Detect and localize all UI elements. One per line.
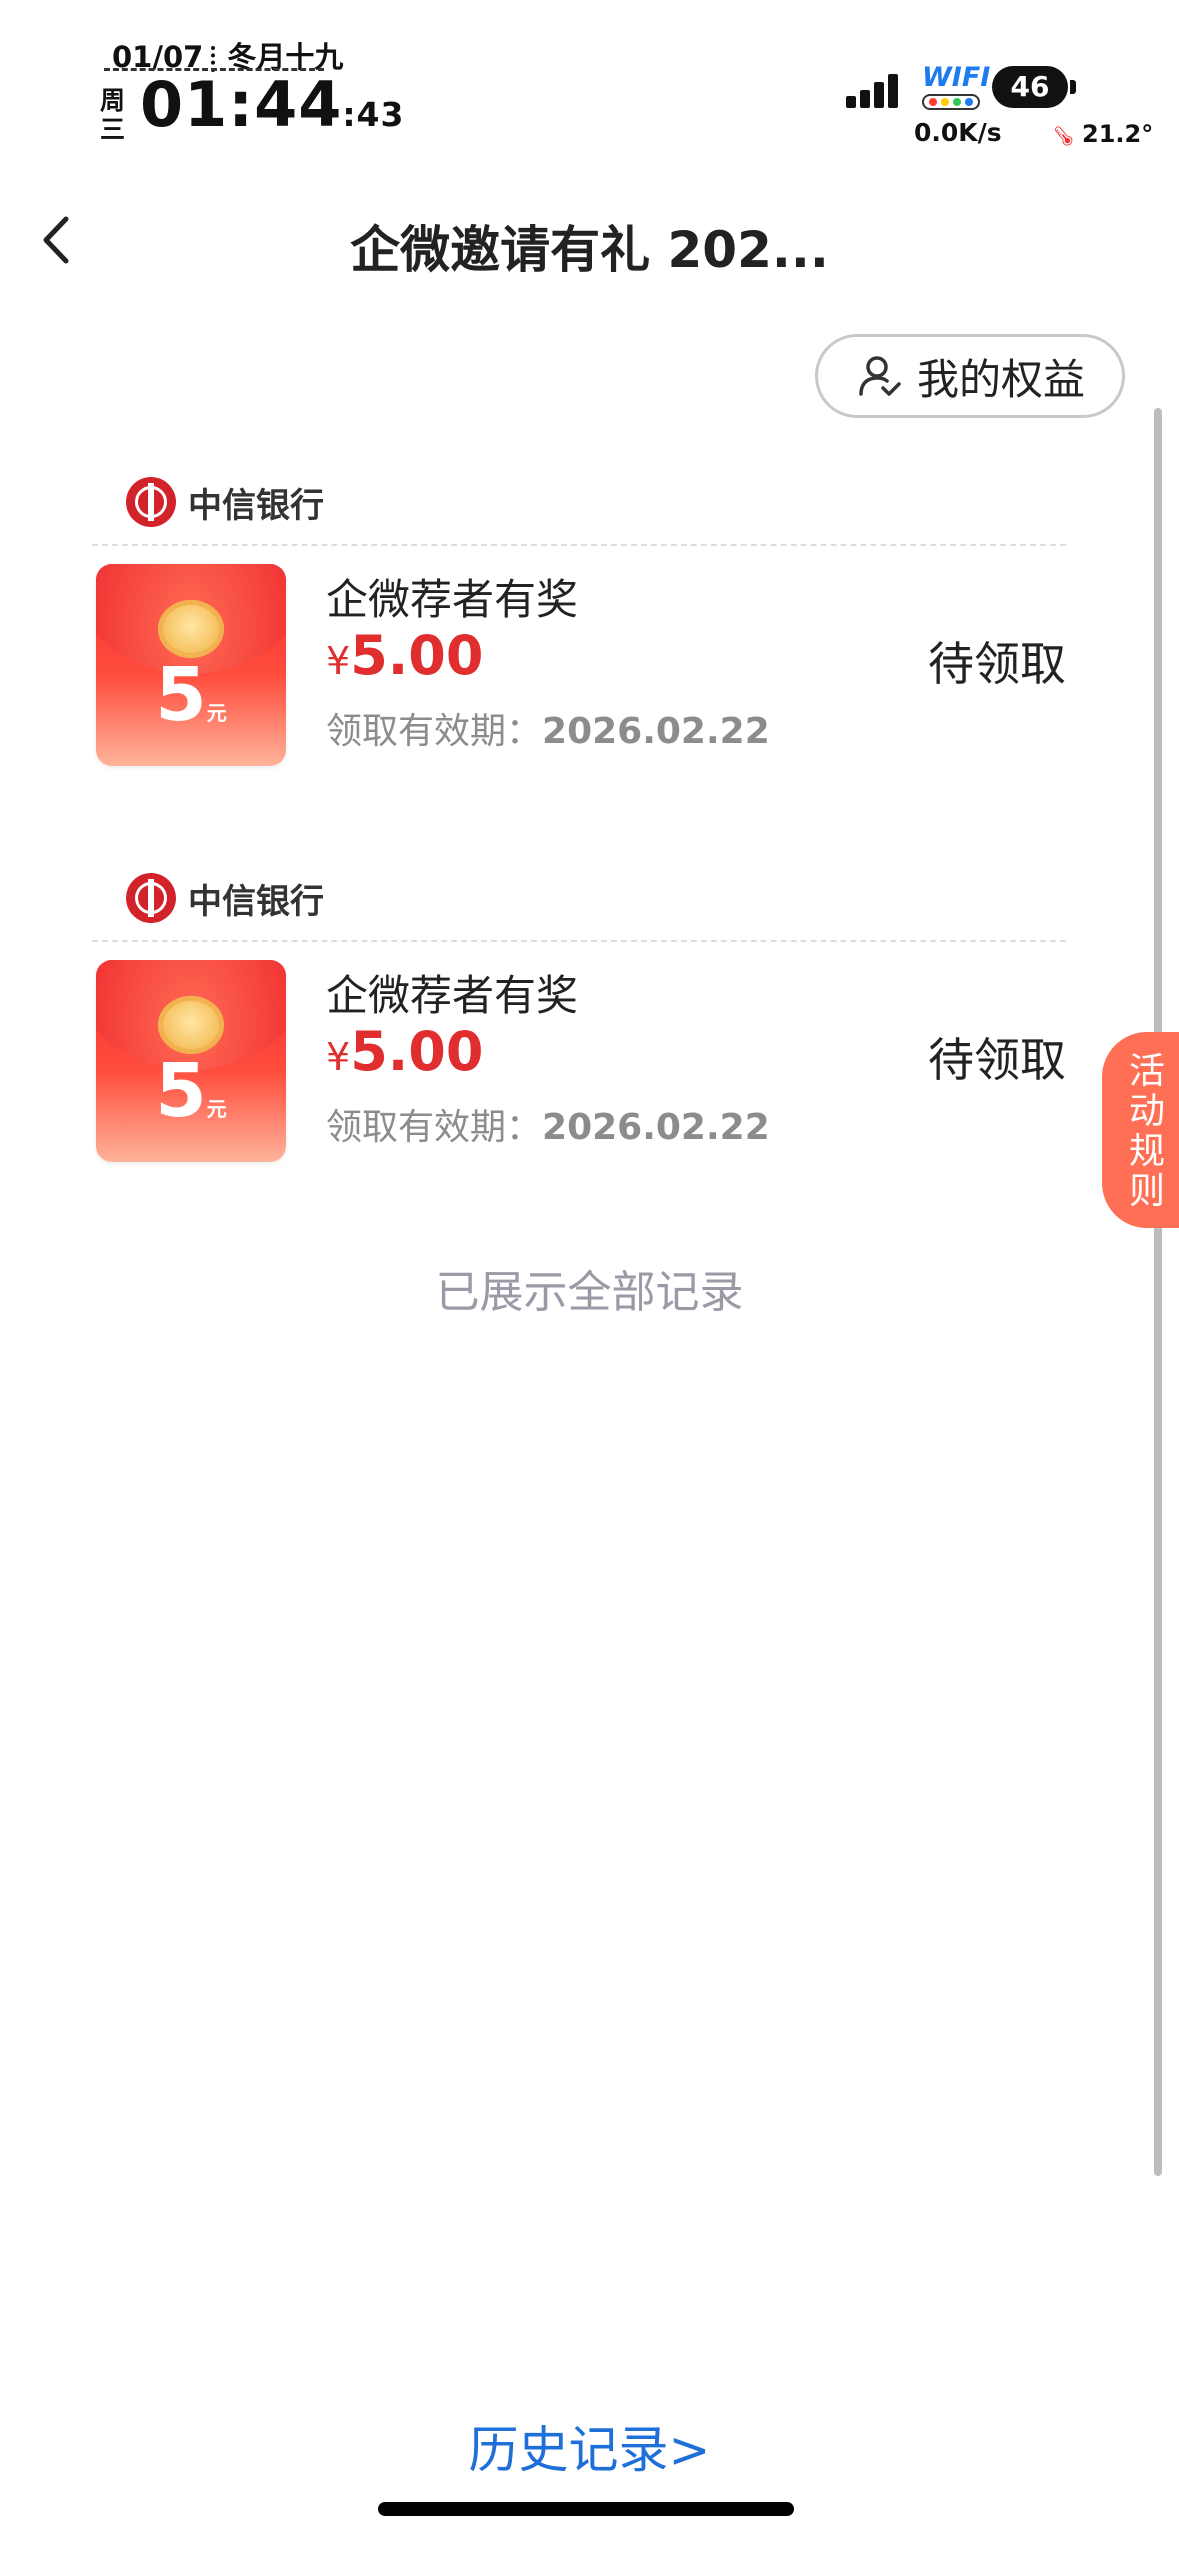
divider — [92, 544, 1066, 546]
clock-seconds: :43 — [342, 95, 405, 134]
amount-value: 5.00 — [350, 624, 484, 687]
bank-name: 中信银行 — [188, 485, 324, 526]
citic-bank-logo-icon — [126, 477, 176, 527]
my-rights-label: 我的权益 — [916, 354, 1085, 404]
activity-rules-tab[interactable]: 活动规则 — [1102, 1032, 1179, 1228]
history-records-link[interactable]: 历史记录> — [0, 2410, 1179, 2482]
divider — [92, 940, 1066, 942]
weekday-text: 周三 — [100, 86, 126, 144]
user-badge-icon — [859, 356, 901, 396]
page-title: 企微邀请有礼 202... — [350, 221, 829, 279]
red-envelope-image: 5元 — [96, 564, 286, 766]
my-rights-button[interactable]: 我的权益 — [815, 334, 1125, 418]
citic-bank-logo-icon — [126, 873, 176, 923]
claim-status[interactable]: 待领取 — [928, 628, 1066, 694]
expiry-date: 2026.02.22 — [542, 1107, 770, 1148]
reward-card[interactable]: 中信银行 5元 企微荐者有奖 ¥5.00 领取有效期：2026.02.22 待领… — [92, 476, 1066, 806]
bank-header: 中信银行 — [126, 872, 324, 924]
expiry-info: 领取有效期：2026.02.22 — [326, 1098, 770, 1150]
home-indicator[interactable] — [378, 2502, 794, 2516]
all-records-shown-note: 已展示全部记录 — [435, 1267, 744, 1318]
temperature: 21.2° — [1082, 120, 1154, 148]
expiry-label: 领取有效期： — [326, 711, 543, 752]
expiry-info: 领取有效期：2026.02.22 — [326, 702, 770, 754]
bank-header: 中信银行 — [126, 476, 324, 528]
network-speed: 0.0K/s — [914, 118, 1002, 147]
bank-name: 中信银行 — [188, 881, 324, 922]
signal-icon — [846, 74, 898, 108]
currency-symbol: ¥ — [326, 639, 351, 683]
reward-amount: ¥5.00 — [326, 1020, 483, 1083]
envelope-unit: 元 — [206, 701, 227, 725]
clock: 01:44:43 — [140, 68, 404, 141]
red-envelope-image: 5元 — [96, 960, 286, 1162]
envelope-amount: 5 — [155, 652, 207, 738]
reward-title: 企微荐者有奖 — [326, 575, 579, 624]
reward-card[interactable]: 中信银行 5元 企微荐者有奖 ¥5.00 领取有效期：2026.02.22 待领… — [92, 872, 1066, 1202]
thermometer-icon: 🌡 — [1045, 117, 1083, 156]
wifi-icon — [922, 94, 980, 110]
envelope-amount: 5 — [155, 1048, 207, 1134]
claim-status[interactable]: 待领取 — [928, 1024, 1066, 1090]
amount-value: 5.00 — [350, 1020, 484, 1083]
wifi-label: WIFI — [922, 62, 991, 93]
currency-symbol: ¥ — [326, 1035, 351, 1079]
expiry-label: 领取有效期： — [326, 1107, 543, 1148]
expiry-date: 2026.02.22 — [542, 711, 770, 752]
reward-title: 企微荐者有奖 — [326, 971, 579, 1020]
battery-icon: 46 — [992, 66, 1068, 108]
envelope-unit: 元 — [206, 1097, 227, 1121]
reward-amount: ¥5.00 — [326, 624, 483, 687]
scrollbar[interactable] — [1154, 408, 1162, 2176]
clock-time: 01:44 — [140, 68, 343, 141]
